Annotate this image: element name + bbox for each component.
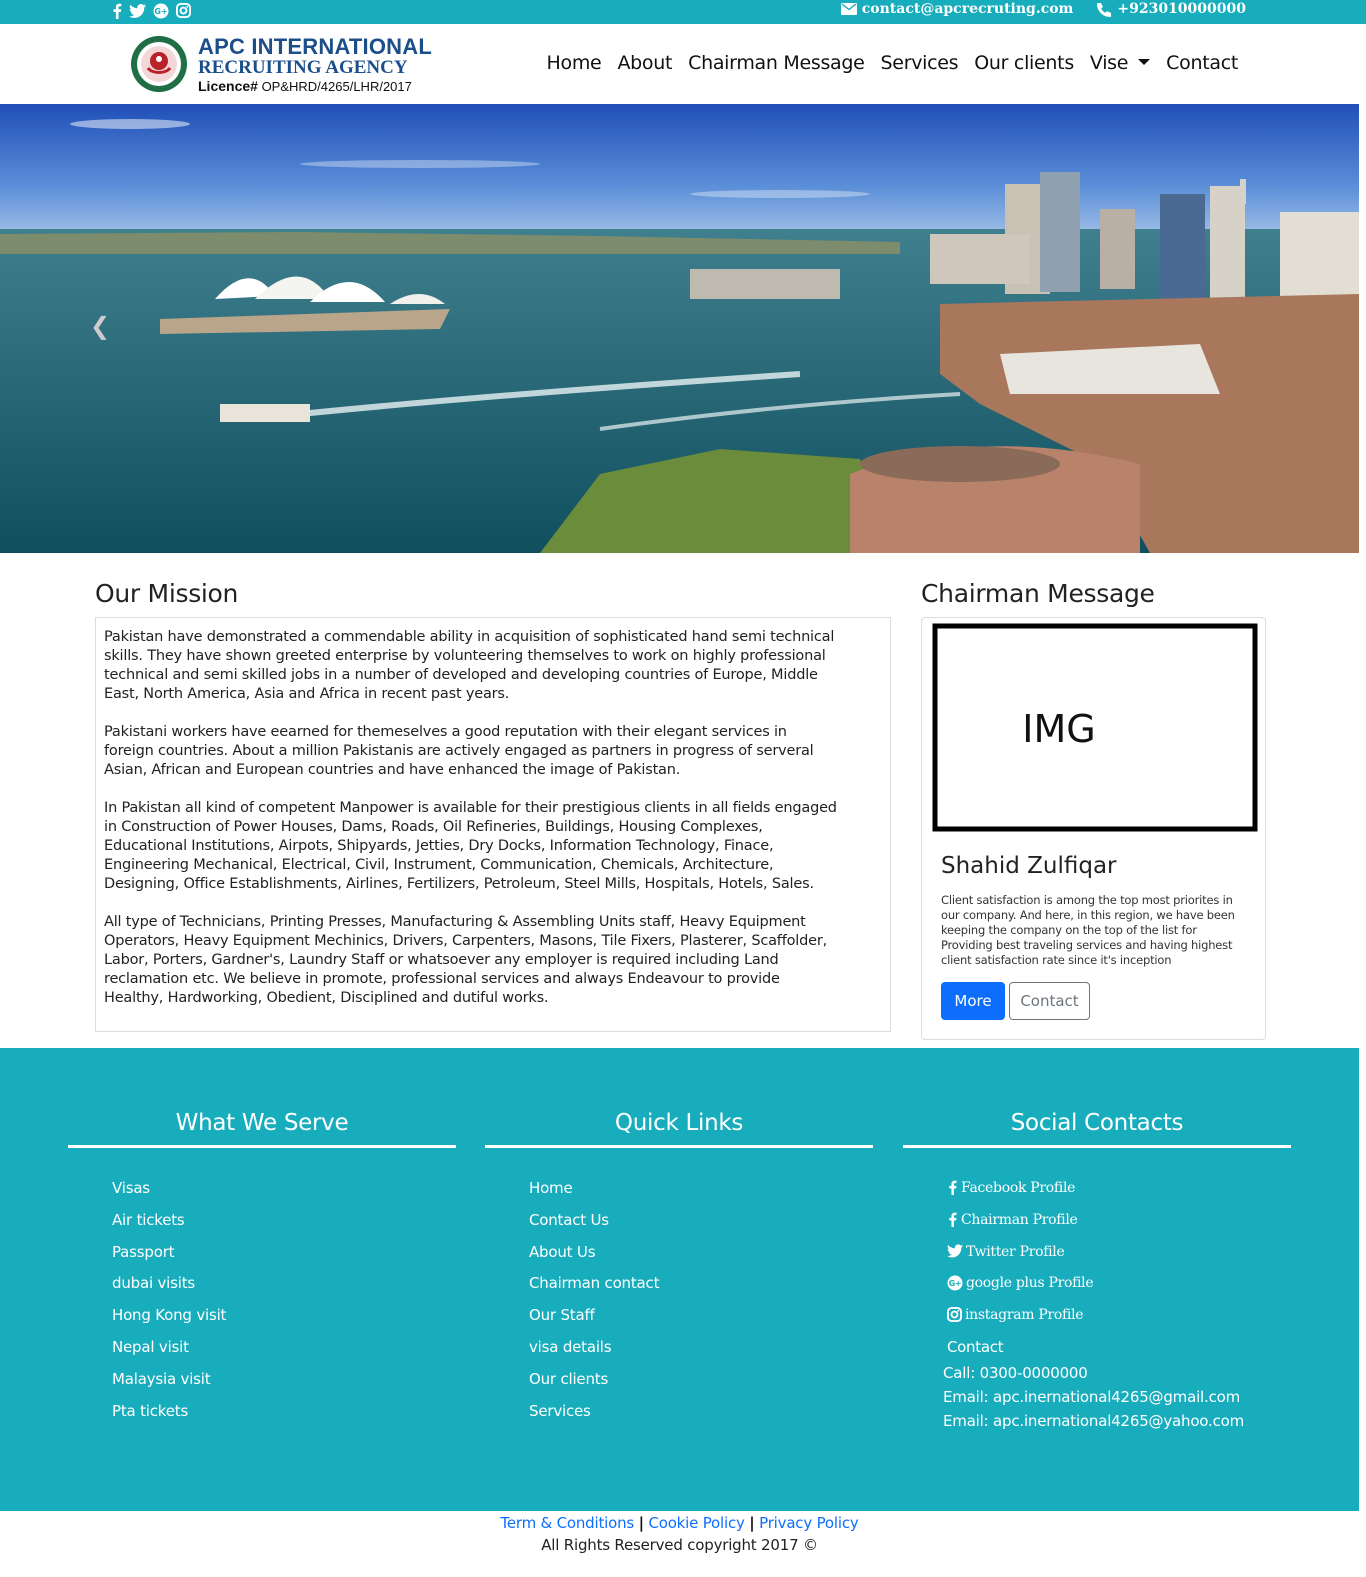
social-link-label: Chairman Profile bbox=[961, 1211, 1078, 1228]
main-nav: Home About Chairman Message Services Our… bbox=[547, 52, 1239, 74]
twitter-icon[interactable] bbox=[129, 3, 146, 19]
serve-item[interactable]: dubai visits bbox=[112, 1273, 456, 1305]
social-google-plus-link[interactable]: G+ google plus Profile bbox=[947, 1273, 1291, 1305]
serve-item[interactable]: Nepal visit bbox=[112, 1337, 456, 1369]
google-plus-icon[interactable]: G+ bbox=[153, 3, 169, 19]
quick-link[interactable]: visa details bbox=[529, 1337, 873, 1369]
licence-number: OP&HRD/4265/LHR/2017 bbox=[261, 78, 412, 94]
social-link-label: Twitter Profile bbox=[966, 1243, 1065, 1260]
footer-serve-title: What We Serve bbox=[175, 1110, 349, 1136]
google-plus-icon: G+ bbox=[947, 1275, 963, 1291]
social-twitter-link[interactable]: Twitter Profile bbox=[947, 1242, 1291, 1274]
serve-item[interactable]: Hong Kong visit bbox=[112, 1305, 456, 1337]
footer-serve-column: What We Serve Visas Air tickets Passport… bbox=[68, 1110, 456, 1432]
privacy-policy-link[interactable]: Privacy Policy bbox=[759, 1514, 859, 1532]
cookie-policy-link[interactable]: Cookie Policy bbox=[648, 1514, 744, 1532]
footer-social-title: Social Contacts bbox=[1010, 1110, 1184, 1136]
phone-icon bbox=[1097, 2, 1112, 17]
licence-label: Licence# bbox=[198, 77, 258, 94]
quick-link[interactable]: Home bbox=[529, 1178, 873, 1210]
separator: | bbox=[638, 1514, 644, 1532]
serve-item[interactable]: Pta tickets bbox=[112, 1401, 456, 1433]
footer-quick-title: Quick Links bbox=[614, 1110, 744, 1136]
social-link-label: google plus Profile bbox=[966, 1275, 1094, 1292]
chairman-image: IMG bbox=[932, 622, 1259, 833]
site-footer: What We Serve Visas Air tickets Passport… bbox=[0, 1048, 1359, 1511]
footer-divider bbox=[485, 1145, 873, 1148]
logo-licence: Licence# OP&HRD/4265/LHR/2017 bbox=[198, 79, 432, 93]
footer-divider bbox=[68, 1145, 456, 1148]
quick-link[interactable]: Services bbox=[529, 1401, 873, 1433]
svg-text:G+: G+ bbox=[949, 1279, 962, 1288]
footer-contact-details: Call: 0300-0000000 Email: apc.inernation… bbox=[903, 1361, 1291, 1433]
top-email-text: contact@apcrecruting.com bbox=[861, 1, 1074, 17]
quick-link[interactable]: Our clients bbox=[529, 1369, 873, 1401]
logo-seal-icon bbox=[124, 34, 196, 94]
quick-link[interactable]: Our Staff bbox=[529, 1305, 873, 1337]
logo-line2: RECRUITING AGENCY bbox=[198, 56, 408, 78]
twitter-icon bbox=[947, 1243, 963, 1258]
footer-divider bbox=[903, 1145, 1291, 1148]
separator: | bbox=[749, 1514, 755, 1532]
instagram-icon bbox=[947, 1307, 962, 1323]
mission-paragraph: All type of Technicians, Printing Presse… bbox=[104, 914, 827, 1006]
carousel-prev-icon[interactable]: ❮ bbox=[90, 314, 110, 338]
chairman-image-text: IMG bbox=[1022, 707, 1095, 751]
footer-quick-links-column: Quick Links Home Contact Us About Us Cha… bbox=[485, 1110, 873, 1432]
facebook-icon bbox=[949, 1212, 957, 1227]
quick-link[interactable]: About Us bbox=[529, 1242, 873, 1274]
nav-contact[interactable]: Contact bbox=[1166, 52, 1238, 74]
hero-image bbox=[0, 104, 1359, 553]
mission-paragraph: In Pakistan all kind of competent Manpow… bbox=[104, 800, 837, 892]
bottom-bar: Term & Conditions | Cookie Policy | Priv… bbox=[0, 1511, 1359, 1554]
social-facebook-link[interactable]: Facebook Profile bbox=[947, 1178, 1291, 1210]
more-button[interactable]: More bbox=[941, 982, 1005, 1020]
mission-box: Pakistan have demonstrated a commendable… bbox=[95, 617, 891, 1032]
quick-link[interactable]: Contact Us bbox=[529, 1210, 873, 1242]
top-email[interactable]: contact@apcrecruting.com bbox=[840, 1, 1074, 17]
nav-chairman-message[interactable]: Chairman Message bbox=[688, 52, 865, 74]
nav-vise-dropdown[interactable]: Vise bbox=[1090, 52, 1150, 74]
facebook-icon[interactable] bbox=[112, 3, 122, 19]
top-phone-text: +923010000000 bbox=[1117, 1, 1246, 17]
brand-logo[interactable]: APC INTERNATIONAL RECRUITING AGENCY Lice… bbox=[124, 34, 432, 94]
logo-line1: APC INTERNATIONAL bbox=[198, 33, 432, 59]
quick-link[interactable]: Chairman contact bbox=[529, 1273, 873, 1305]
mission-paragraph: Pakistan have demonstrated a commendable… bbox=[104, 629, 835, 702]
chairman-title: Chairman Message bbox=[921, 579, 1155, 608]
chairman-name: Shahid Zulfiqar bbox=[941, 853, 1117, 879]
facebook-icon bbox=[949, 1180, 957, 1195]
envelope-icon bbox=[840, 3, 857, 15]
hero-carousel: ❮ bbox=[0, 104, 1359, 553]
site-header: APC INTERNATIONAL RECRUITING AGENCY Lice… bbox=[0, 24, 1366, 104]
footer-call: Call: 0300-0000000 bbox=[943, 1363, 1088, 1382]
serve-item[interactable]: Malaysia visit bbox=[112, 1369, 456, 1401]
mission-title: Our Mission bbox=[95, 579, 239, 608]
nav-about[interactable]: About bbox=[617, 52, 672, 74]
svg-text:G+: G+ bbox=[154, 7, 167, 16]
footer-social-column: Social Contacts Facebook Profile Chairma… bbox=[903, 1110, 1291, 1433]
contact-button[interactable]: Contact bbox=[1009, 982, 1090, 1020]
chairman-message-text: Client satisfaction is among the top mos… bbox=[941, 893, 1235, 967]
footer-email-yahoo: Email: apc.inernational4265@yahoo.com bbox=[943, 1411, 1245, 1430]
social-chairman-link[interactable]: Chairman Profile bbox=[947, 1210, 1291, 1242]
nav-home[interactable]: Home bbox=[547, 52, 602, 74]
nav-our-clients[interactable]: Our clients bbox=[974, 52, 1074, 74]
footer-email-gmail: Email: apc.inernational4265@gmail.com bbox=[943, 1387, 1241, 1406]
top-social-icons: G+ bbox=[112, 3, 191, 19]
nav-services[interactable]: Services bbox=[881, 52, 959, 74]
social-instagram-link[interactable]: instagram Profile bbox=[947, 1305, 1291, 1337]
terms-link[interactable]: Term & Conditions bbox=[500, 1514, 634, 1532]
top-phone[interactable]: +923010000000 bbox=[1097, 1, 1246, 17]
serve-item[interactable]: Passport bbox=[112, 1242, 456, 1274]
instagram-icon[interactable] bbox=[176, 3, 191, 18]
chairman-card: IMG Shahid Zulfiqar Client satisfaction … bbox=[921, 617, 1266, 1040]
top-bar: G+ contact@apcrecruting.com +92301000000… bbox=[0, 0, 1366, 24]
copyright: All Rights Reserved copyright 2017 © bbox=[541, 1536, 818, 1554]
serve-item[interactable]: Visas bbox=[112, 1178, 456, 1210]
serve-item[interactable]: Air tickets bbox=[112, 1210, 456, 1242]
mission-paragraph: Pakistani workers have eearned for theme… bbox=[104, 724, 814, 778]
social-link-label: instagram Profile bbox=[965, 1307, 1084, 1324]
social-link-label: Facebook Profile bbox=[961, 1180, 1076, 1196]
